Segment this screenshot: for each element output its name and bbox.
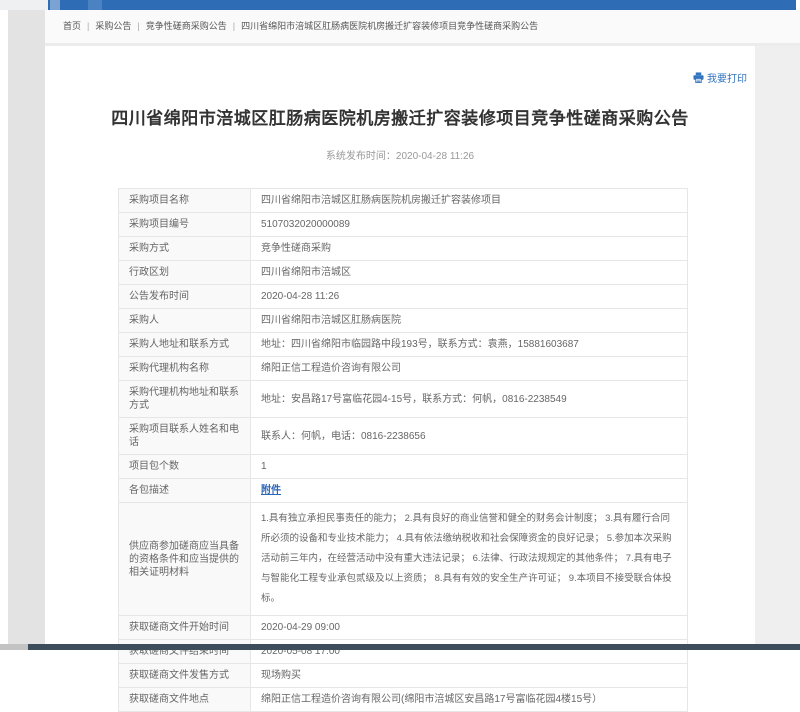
row-value: 1 [251, 455, 688, 479]
row-value: 5107032020000089 [251, 213, 688, 237]
breadcrumb-link[interactable]: 采购公告 [95, 21, 131, 31]
breadcrumb-separator: | [137, 21, 139, 31]
row-value: 联系人：何帆，电话：0816-2238656 [251, 418, 688, 455]
row-label: 采购代理机构地址和联系方式 [119, 381, 251, 418]
row-label: 采购代理机构名称 [119, 357, 251, 381]
row-label: 供应商参加磋商应当具备的资格条件和应当提供的相关证明材料 [119, 503, 251, 616]
print-button[interactable]: 我要打印 [693, 70, 747, 85]
row-value: 绵阳正信工程造价咨询有限公司(绵阳市涪城区安昌路17号富临花园4楼15号） [251, 688, 688, 712]
row-label: 获取磋商文件地点 [119, 688, 251, 712]
print-button-label: 我要打印 [707, 70, 747, 85]
row-value: 现场购买 [251, 664, 688, 688]
announcement-table-body: 采购项目名称四川省绵阳市涪城区肛肠病医院机房搬迁扩容装修项目采购项目编号5107… [119, 189, 688, 712]
row-value: 2020-04-28 11:26 [251, 285, 688, 309]
breadcrumb: 首页 | 采购公告 | 竞争性磋商采购公告 | 四川省绵阳市涪城区肛肠病医院机房搬迁扩容装修… [45, 10, 800, 46]
announcement-table: 采购项目名称四川省绵阳市涪城区肛肠病医院机房搬迁扩容装修项目采购项目编号5107… [118, 188, 688, 712]
table-row: 项目包个数1 [119, 455, 688, 479]
table-row: 获取磋商文件开始时间2020-04-29 09:00 [119, 616, 688, 640]
breadcrumb-current: 四川省绵阳市涪城区肛肠病医院机房搬迁扩容装修项目竞争性磋商采购公告 [241, 21, 538, 31]
row-value: 2020-04-29 09:00 [251, 616, 688, 640]
row-value: 绵阳正信工程造价咨询有限公司 [251, 357, 688, 381]
right-gray-panel [755, 46, 800, 644]
table-row: 采购人地址和联系方式地址：四川省绵阳市临园路中段193号，联系方式：袁燕，158… [119, 333, 688, 357]
page-title: 四川省绵阳市涪城区肛肠病医院机房搬迁扩容装修项目竞争性磋商采购公告 [55, 104, 745, 129]
main-content: 我要打印 四川省绵阳市涪城区肛肠病医院机房搬迁扩容装修项目竞争性磋商采购公告 系… [45, 46, 755, 712]
bottom-bar-left-segment [0, 644, 28, 650]
table-row: 采购项目编号5107032020000089 [119, 213, 688, 237]
row-label: 采购人地址和联系方式 [119, 333, 251, 357]
row-value: 四川省绵阳市涪城区肛肠病医院 [251, 309, 688, 333]
row-label: 采购人 [119, 309, 251, 333]
row-value: 1.具有独立承担民事责任的能力； 2.具有良好的商业信誉和健全的财务会计制度； … [251, 503, 688, 616]
top-nav-bar [48, 0, 796, 10]
row-value: 地址：四川省绵阳市临园路中段193号，联系方式：袁燕，15881603687 [251, 333, 688, 357]
row-label: 获取磋商文件开始时间 [119, 616, 251, 640]
row-label: 采购项目联系人姓名和电话 [119, 418, 251, 455]
row-value: 附件 [251, 479, 688, 503]
row-label: 项目包个数 [119, 455, 251, 479]
row-label: 公告发布时间 [119, 285, 251, 309]
row-value: 四川省绵阳市涪城区 [251, 261, 688, 285]
breadcrumb-link[interactable]: 首页 [63, 21, 81, 31]
row-label: 行政区划 [119, 261, 251, 285]
breadcrumb-link[interactable]: 竞争性磋商采购公告 [146, 21, 227, 31]
table-row: 采购项目联系人姓名和电话联系人：何帆，电话：0816-2238656 [119, 418, 688, 455]
breadcrumb-separator: | [87, 21, 89, 31]
row-label: 采购项目名称 [119, 189, 251, 213]
row-label: 采购项目编号 [119, 213, 251, 237]
table-row: 采购代理机构名称绵阳正信工程造价咨询有限公司 [119, 357, 688, 381]
printer-icon [693, 72, 704, 83]
table-row: 采购人四川省绵阳市涪城区肛肠病医院 [119, 309, 688, 333]
top-nav-highlight [50, 0, 60, 10]
table-row: 获取磋商文件地点绵阳正信工程造价咨询有限公司(绵阳市涪城区安昌路17号富临花园4… [119, 688, 688, 712]
bottom-bar [0, 644, 800, 650]
table-row: 行政区划四川省绵阳市涪城区 [119, 261, 688, 285]
row-label: 采购方式 [119, 237, 251, 261]
table-row: 采购方式竞争性磋商采购 [119, 237, 688, 261]
table-row: 公告发布时间2020-04-28 11:26 [119, 285, 688, 309]
top-left-corner [0, 0, 48, 10]
attachment-link[interactable]: 附件 [261, 485, 281, 496]
row-value: 竞争性磋商采购 [251, 237, 688, 261]
top-nav-highlight [88, 0, 102, 10]
table-row: 供应商参加磋商应当具备的资格条件和应当提供的相关证明材料1.具有独立承担民事责任… [119, 503, 688, 616]
publish-time: 系统发布时间：2020-04-28 11:26 [45, 147, 755, 162]
table-row: 采购项目名称四川省绵阳市涪城区肛肠病医院机房搬迁扩容装修项目 [119, 189, 688, 213]
breadcrumb-separator: | [233, 21, 235, 31]
table-row: 获取磋商文件发售方式现场购买 [119, 664, 688, 688]
left-gray-strip [8, 10, 45, 644]
print-row: 我要打印 [45, 46, 755, 92]
table-row: 采购代理机构地址和联系方式地址：安昌路17号富临花园4-15号，联系方式：何帆，… [119, 381, 688, 418]
row-value: 地址：安昌路17号富临花园4-15号，联系方式：何帆，0816-2238549 [251, 381, 688, 418]
table-row: 各包描述附件 [119, 479, 688, 503]
row-label: 获取磋商文件发售方式 [119, 664, 251, 688]
row-label: 各包描述 [119, 479, 251, 503]
row-value: 四川省绵阳市涪城区肛肠病医院机房搬迁扩容装修项目 [251, 189, 688, 213]
